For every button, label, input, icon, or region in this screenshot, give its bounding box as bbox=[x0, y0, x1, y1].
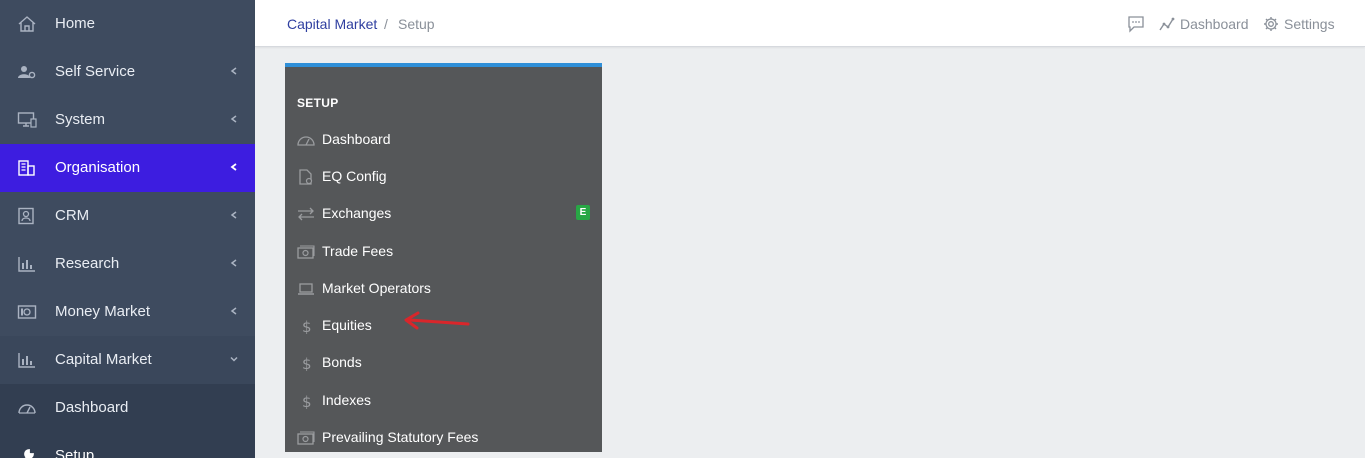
setup-item-eq-config[interactable]: EQ Config bbox=[285, 159, 602, 195]
chevron-left-icon bbox=[230, 163, 237, 171]
setup-item-dashboard[interactable]: Dashboard bbox=[285, 122, 602, 158]
header-dashboard-link[interactable]: Dashboard bbox=[1159, 15, 1249, 33]
sidebar-item-label: Dashboard bbox=[55, 399, 129, 416]
setup-item-label: EQ Config bbox=[322, 168, 387, 184]
breadcrumb-parent-link[interactable]: Capital Market bbox=[287, 16, 377, 32]
header-settings-link[interactable]: Settings bbox=[1263, 15, 1335, 33]
sidebar-subitem-dashboard[interactable]: Dashboard bbox=[0, 384, 255, 432]
gear-icon bbox=[1264, 17, 1278, 31]
sidebar-item-organisation[interactable]: Organisation bbox=[0, 144, 255, 192]
chevron-left-icon bbox=[230, 259, 237, 267]
annotation-arrow-icon bbox=[404, 311, 470, 330]
sidebar-item-label: Home bbox=[55, 15, 96, 32]
sidebar-item-label: Organisation bbox=[55, 159, 141, 176]
home-icon bbox=[18, 16, 36, 32]
dollar-icon: $ bbox=[302, 355, 312, 371]
gauge-icon bbox=[297, 136, 315, 146]
sidebar: Home Self Service System Organisation CR… bbox=[0, 0, 255, 458]
line-chart-icon bbox=[1159, 17, 1175, 31]
setup-item-indexes[interactable]: $ Indexes bbox=[285, 383, 602, 419]
chevron-left-icon bbox=[230, 67, 237, 75]
building-icon bbox=[18, 160, 35, 176]
panel-title: SETUP bbox=[297, 96, 339, 110]
sidebar-item-label: Self Service bbox=[55, 63, 136, 80]
exchange-arrows-icon bbox=[298, 207, 314, 221]
dollar-icon: $ bbox=[302, 318, 312, 334]
chevron-down-icon bbox=[230, 356, 238, 362]
sidebar-subitem-setup[interactable]: Setup bbox=[0, 432, 255, 458]
sidebar-item-system[interactable]: System bbox=[0, 96, 255, 144]
setup-item-trade-fees[interactable]: Trade Fees bbox=[285, 234, 602, 270]
svg-text:$: $ bbox=[302, 318, 312, 334]
sidebar-item-self-service[interactable]: Self Service bbox=[0, 48, 255, 96]
monitor-icon bbox=[17, 112, 37, 128]
sidebar-item-home[interactable]: Home bbox=[0, 0, 255, 48]
svg-text:$: $ bbox=[302, 393, 312, 409]
chevron-left-icon bbox=[230, 307, 237, 315]
sidebar-item-research[interactable]: Research bbox=[0, 240, 255, 288]
setup-item-label: Exchanges bbox=[322, 205, 392, 221]
sidebar-item-crm[interactable]: CRM bbox=[0, 192, 255, 240]
laptop-icon bbox=[298, 283, 314, 295]
gauge-icon bbox=[18, 404, 36, 414]
setup-item-label: Equities bbox=[322, 317, 372, 333]
svg-text:$: $ bbox=[302, 355, 312, 371]
money-icon bbox=[297, 245, 315, 259]
sidebar-item-label: Capital Market bbox=[55, 351, 152, 368]
chat-icon[interactable] bbox=[1127, 15, 1145, 33]
header-settings-label: Settings bbox=[1284, 16, 1335, 32]
user-gear-icon bbox=[18, 66, 36, 79]
bar-chart-icon bbox=[18, 257, 35, 272]
sidebar-item-label: System bbox=[55, 111, 106, 128]
contact-card-icon bbox=[18, 207, 34, 225]
setup-item-label: Bonds bbox=[322, 354, 362, 370]
sidebar-item-money-market[interactable]: Money Market bbox=[0, 288, 255, 336]
setup-item-label: Prevailing Statutory Fees bbox=[322, 429, 479, 445]
setup-item-label: Market Operators bbox=[322, 280, 431, 296]
breadcrumb-separator: / bbox=[384, 16, 388, 32]
file-gear-icon bbox=[299, 169, 313, 185]
setup-panel: SETUP Dashboard EQ Config Exchanges E Tr… bbox=[285, 63, 602, 452]
bar-chart-icon bbox=[18, 353, 35, 368]
setup-item-prevailing-statutory-fees[interactable]: Prevailing Statutory Fees bbox=[285, 420, 602, 456]
top-header: Capital Market / Setup Dashboard Setting… bbox=[255, 0, 1365, 47]
setup-item-exchanges[interactable]: Exchanges E bbox=[285, 196, 602, 232]
sidebar-item-label: Setup bbox=[55, 447, 95, 458]
dollar-icon: $ bbox=[302, 393, 312, 409]
header-dashboard-label: Dashboard bbox=[1180, 16, 1249, 32]
sidebar-item-label: CRM bbox=[55, 207, 90, 224]
breadcrumb-current: Setup bbox=[398, 16, 435, 32]
setup-item-bonds[interactable]: $ Bonds bbox=[285, 345, 602, 381]
sidebar-item-label: Money Market bbox=[55, 303, 151, 320]
chevron-left-icon bbox=[230, 211, 237, 219]
setup-item-label: Indexes bbox=[322, 392, 372, 408]
exchanges-badge: E bbox=[576, 205, 590, 220]
sidebar-item-label: Research bbox=[55, 255, 120, 272]
sidebar-item-capital-market[interactable]: Capital Market bbox=[0, 336, 255, 384]
setup-item-market-operators[interactable]: Market Operators bbox=[285, 271, 602, 307]
money-icon bbox=[297, 431, 315, 445]
money-icon bbox=[17, 305, 37, 319]
setup-item-label: Trade Fees bbox=[322, 243, 394, 259]
chevron-left-icon bbox=[230, 115, 237, 123]
wrench-icon bbox=[24, 449, 34, 458]
setup-item-label: Dashboard bbox=[322, 131, 391, 147]
